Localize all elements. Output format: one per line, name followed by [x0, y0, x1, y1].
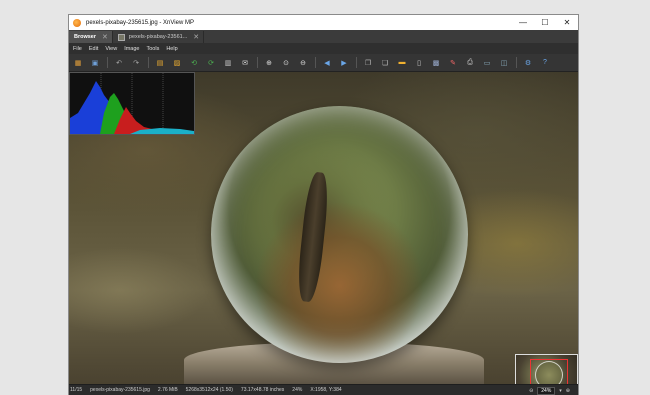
tab-bar: Browser ✕ pexels-pixabay-23561... ✕	[69, 30, 578, 43]
browser-icon[interactable]: ▦	[73, 58, 83, 68]
status-filename: pexels-pixabay-235615.jpg	[90, 387, 150, 393]
help-icon[interactable]: ?	[540, 58, 550, 68]
xnview-logo-icon	[73, 18, 81, 27]
adjust-icon[interactable]: ▥	[223, 58, 233, 68]
save-icon[interactable]: ▣	[90, 58, 100, 68]
toolbar-separator	[356, 57, 357, 68]
paint-icon[interactable]: ✎	[448, 58, 458, 68]
crop-icon[interactable]: ▤	[155, 58, 165, 68]
tab-close-icon[interactable]: ✕	[102, 33, 108, 41]
image-thumbnail-icon	[117, 33, 125, 41]
rotate-right-icon[interactable]: ⟳	[206, 58, 216, 68]
photo-crystal-ball	[211, 106, 468, 363]
navigator-thumbnail[interactable]	[515, 354, 578, 384]
zoom-in-icon[interactable]: ⊕	[264, 58, 274, 68]
status-dimensions: 5268x3512x24 (1.50)	[185, 387, 233, 393]
tab-close-icon[interactable]: ✕	[193, 33, 199, 41]
status-physical-size: 73.17x48.78 inches	[240, 387, 285, 393]
copy-icon[interactable]: ❐	[363, 58, 373, 68]
menu-edit[interactable]: Edit	[89, 46, 98, 52]
scanner-icon[interactable]: ▭	[482, 58, 492, 68]
status-bar: 11/15 pexels-pixabay-235615.jpg 2.76 MiB…	[69, 384, 578, 395]
toolbar: ▦ ▣ ↶ ↷ ▤ ▨ ⟲ ⟳ ▥ ✉ ⊕ ⊙ ⊖ ◀ ▶ ❐ ❏ ▬ ▯ ▩ ✎ ⎙ ▭ ◫ ⚙?	[69, 54, 578, 72]
viewport-frame[interactable]	[530, 359, 568, 384]
status-filesize: 2.76 MiB	[157, 387, 178, 393]
maximize-button[interactable]: ☐	[534, 15, 556, 30]
paste-icon[interactable]: ❏	[380, 58, 390, 68]
toolbar-separator	[107, 57, 108, 68]
zoom-out-icon[interactable]: ⊖	[529, 388, 533, 394]
folder-icon[interactable]: ▬	[397, 58, 407, 68]
previous-icon[interactable]: ◀	[322, 58, 332, 68]
histogram	[69, 72, 195, 135]
zoom-control: ⊖ 24% ▾ ⊕	[529, 385, 570, 395]
status-index: 11/15	[70, 387, 83, 393]
title-bar: pexels-pixabay-235615.jpg - XnView MP — …	[69, 15, 578, 30]
email-icon[interactable]: ✉	[240, 58, 250, 68]
menu-bar: File Edit View Image Tools Help	[69, 43, 578, 54]
print-icon[interactable]: ⎙	[465, 58, 475, 68]
menu-view[interactable]: View	[105, 46, 117, 52]
status-coordinates: X:1958, Y:384	[310, 387, 342, 393]
image-viewer[interactable]	[69, 72, 578, 384]
menu-help[interactable]: Help	[166, 46, 177, 52]
document-icon[interactable]: ▯	[414, 58, 424, 68]
toolbar-separator	[315, 57, 316, 68]
rotate-left-icon[interactable]: ⟲	[189, 58, 199, 68]
menu-file[interactable]: File	[73, 46, 82, 52]
next-icon[interactable]: ▶	[339, 58, 349, 68]
window-title: pexels-pixabay-235615.jpg - XnView MP	[86, 19, 194, 26]
app-window: pexels-pixabay-235615.jpg - XnView MP — …	[68, 14, 579, 395]
window-controls: — ☐ ✕	[512, 15, 578, 30]
toolbar-separator	[257, 57, 258, 68]
zoom-dropdown-icon[interactable]: ▾	[559, 388, 562, 394]
status-zoom: 24%	[292, 387, 303, 393]
zoom-input[interactable]: 24%	[537, 386, 556, 395]
zoom-fit-icon[interactable]: ⊙	[281, 58, 291, 68]
redo-icon[interactable]: ↷	[131, 58, 141, 68]
undo-icon[interactable]: ↶	[114, 58, 124, 68]
tab-label: pexels-pixabay-23561...	[128, 34, 188, 40]
zoom-out-icon[interactable]: ⊖	[298, 58, 308, 68]
tab-browser[interactable]: Browser ✕	[69, 31, 113, 43]
toolbar-separator	[148, 57, 149, 68]
slideshow-icon[interactable]: ▩	[431, 58, 441, 68]
resize-icon[interactable]: ▨	[172, 58, 182, 68]
compare-icon[interactable]: ◫	[499, 58, 509, 68]
menu-tools[interactable]: Tools	[146, 46, 159, 52]
menu-image[interactable]: Image	[124, 46, 139, 52]
close-button[interactable]: ✕	[556, 15, 578, 30]
settings-icon[interactable]: ⚙	[523, 58, 533, 68]
tab-label: Browser	[74, 34, 97, 40]
toolbar-separator	[516, 57, 517, 68]
tab-image[interactable]: pexels-pixabay-23561... ✕	[113, 31, 205, 43]
zoom-in-icon[interactable]: ⊕	[566, 388, 570, 394]
histogram-graph	[70, 73, 194, 134]
minimize-button[interactable]: —	[512, 15, 534, 30]
